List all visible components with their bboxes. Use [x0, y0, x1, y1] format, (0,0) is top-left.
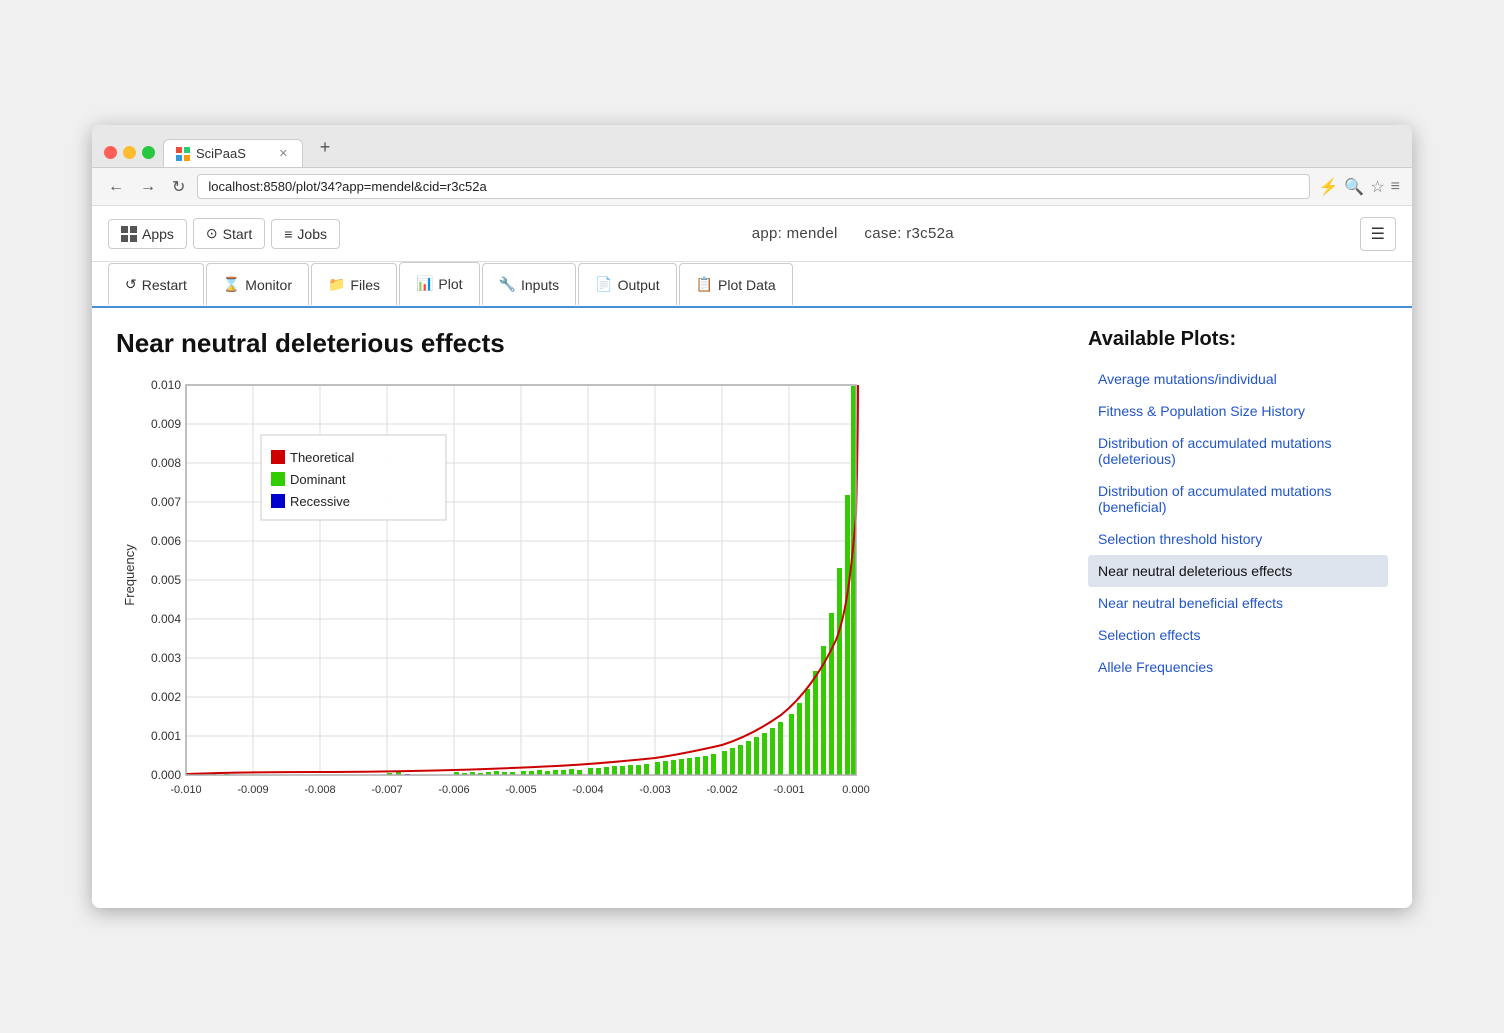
jobs-button[interactable]: ≡ Jobs	[271, 219, 340, 249]
tab-close-button[interactable]: ✕	[277, 147, 290, 160]
tabs-navigation: ↺ Restart ⌛ Monitor 📁 Files 📊 Plot 🔧 Inp…	[92, 262, 1412, 308]
svg-text:0.001: 0.001	[151, 729, 181, 743]
back-button[interactable]: ←	[104, 176, 128, 198]
svg-text:Frequency: Frequency	[122, 544, 137, 606]
svg-text:-0.007: -0.007	[371, 784, 402, 796]
tab-output[interactable]: 📄 Output	[578, 263, 676, 305]
sidebar-link-fitness-history[interactable]: Fitness & Population Size History	[1088, 395, 1388, 427]
chart-svg: 0.000 0.001 0.002 0.003 0.004 0.005 0.00…	[116, 375, 876, 835]
tab-plotdata[interactable]: 📋 Plot Data	[679, 263, 793, 305]
zoom-icon[interactable]: 🔍	[1344, 177, 1364, 197]
output-icon: 📄	[595, 276, 612, 293]
tab-favicon	[176, 147, 190, 161]
svg-text:-0.001: -0.001	[773, 784, 804, 796]
svg-text:Recessive: Recessive	[290, 494, 350, 509]
forward-button[interactable]: →	[136, 176, 160, 198]
tab-restart[interactable]: ↺ Restart	[108, 263, 204, 305]
bookmark-icon[interactable]: ☆	[1370, 177, 1384, 197]
sidebar: Available Plots: Average mutations/indiv…	[1088, 328, 1388, 888]
chart-area: Near neutral deleterious effects	[116, 328, 1064, 888]
plot-icon: 📊	[416, 275, 433, 292]
svg-text:Dominant: Dominant	[290, 472, 346, 487]
url-input[interactable]	[197, 174, 1310, 199]
svg-text:-0.002: -0.002	[706, 784, 737, 796]
sidebar-link-selection-effects[interactable]: Selection effects	[1088, 619, 1388, 651]
sidebar-link-allele-freq[interactable]: Allele Frequencies	[1088, 651, 1388, 683]
svg-text:0.009: 0.009	[151, 417, 181, 431]
svg-text:-0.008: -0.008	[304, 784, 335, 796]
sidebar-title: Available Plots:	[1088, 328, 1388, 351]
app-label: app: mendel	[752, 225, 838, 242]
monitor-icon: ⌛	[223, 276, 240, 293]
files-label: Files	[350, 277, 380, 293]
tab-inputs[interactable]: 🔧 Inputs	[482, 263, 577, 305]
svg-text:Theoretical: Theoretical	[290, 450, 354, 465]
start-button[interactable]: ⊙ Start	[193, 218, 265, 249]
address-bar: ← → ↻ ⚡ 🔍 ☆ ≡	[92, 168, 1412, 206]
start-label: Start	[223, 226, 253, 242]
svg-text:0.002: 0.002	[151, 690, 181, 704]
case-label: case: r3c52a	[864, 225, 953, 242]
svg-text:0.010: 0.010	[151, 378, 181, 392]
restart-icon: ↺	[125, 276, 137, 293]
tab-title: SciPaaS	[196, 146, 246, 161]
sidebar-link-dist-deleterious[interactable]: Distribution of accumulated mutations (d…	[1088, 427, 1388, 475]
address-bar-icons: ⚡ 🔍 ☆ ≡	[1318, 177, 1400, 197]
title-bar: SciPaaS ✕ +	[92, 125, 1412, 168]
svg-text:-0.009: -0.009	[237, 784, 268, 796]
reload-button[interactable]: ↻	[168, 175, 189, 199]
window-controls	[104, 146, 155, 159]
main-content: Near neutral deleterious effects	[92, 308, 1412, 908]
tab-plot[interactable]: 📊 Plot	[399, 262, 480, 306]
restart-label: Restart	[142, 277, 187, 293]
hamburger-button[interactable]: ☰	[1360, 217, 1396, 251]
inputs-icon: 🔧	[499, 276, 516, 293]
chart-container: 0.000 0.001 0.002 0.003 0.004 0.005 0.00…	[116, 375, 876, 835]
inputs-label: Inputs	[521, 277, 559, 293]
plotdata-label: Plot Data	[718, 277, 776, 293]
apps-button[interactable]: Apps	[108, 219, 187, 249]
sidebar-link-selection-threshold[interactable]: Selection threshold history	[1088, 523, 1388, 555]
minimize-button[interactable]	[123, 146, 136, 159]
start-icon: ⊙	[206, 225, 218, 242]
svg-text:0.000: 0.000	[151, 768, 181, 782]
output-label: Output	[618, 277, 660, 293]
sidebar-link-avg-mutations[interactable]: Average mutations/individual	[1088, 363, 1388, 395]
files-icon: 📁	[328, 276, 345, 293]
chart-title: Near neutral deleterious effects	[116, 328, 1064, 359]
new-tab-button[interactable]: +	[311, 133, 339, 161]
svg-text:-0.004: -0.004	[572, 784, 603, 796]
svg-text:-0.006: -0.006	[438, 784, 469, 796]
close-button[interactable]	[104, 146, 117, 159]
apps-label: Apps	[142, 226, 174, 242]
svg-text:0.006: 0.006	[151, 534, 181, 548]
svg-text:-0.005: -0.005	[505, 784, 536, 796]
plot-label: Plot	[438, 276, 462, 292]
monitor-label: Monitor	[245, 277, 292, 293]
apps-icon	[121, 226, 137, 242]
svg-text:0.008: 0.008	[151, 456, 181, 470]
tab-files[interactable]: 📁 Files	[311, 263, 397, 305]
svg-text:-0.003: -0.003	[639, 784, 670, 796]
lightning-icon[interactable]: ⚡	[1318, 177, 1338, 197]
jobs-icon: ≡	[284, 226, 292, 242]
sidebar-link-near-neutral-del[interactable]: Near neutral deleterious effects	[1088, 555, 1388, 587]
svg-text:0.007: 0.007	[151, 495, 181, 509]
svg-text:-0.010: -0.010	[170, 784, 201, 796]
svg-text:0.005: 0.005	[151, 573, 181, 587]
sidebar-link-dist-beneficial[interactable]: Distribution of accumulated mutations (b…	[1088, 475, 1388, 523]
app-toolbar: Apps ⊙ Start ≡ Jobs app: mendel case: r3…	[92, 206, 1412, 262]
svg-text:0.000: 0.000	[842, 784, 870, 796]
svg-text:0.004: 0.004	[151, 612, 181, 626]
tab-monitor[interactable]: ⌛ Monitor	[206, 263, 309, 305]
app-info: app: mendel case: r3c52a	[346, 225, 1360, 242]
plotdata-icon: 📋	[696, 276, 713, 293]
maximize-button[interactable]	[142, 146, 155, 159]
browser-tab[interactable]: SciPaaS ✕	[163, 139, 303, 167]
menu-icon[interactable]: ≡	[1391, 177, 1400, 197]
jobs-label: Jobs	[297, 226, 327, 242]
svg-text:0.003: 0.003	[151, 651, 181, 665]
sidebar-link-near-neutral-ben[interactable]: Near neutral beneficial effects	[1088, 587, 1388, 619]
